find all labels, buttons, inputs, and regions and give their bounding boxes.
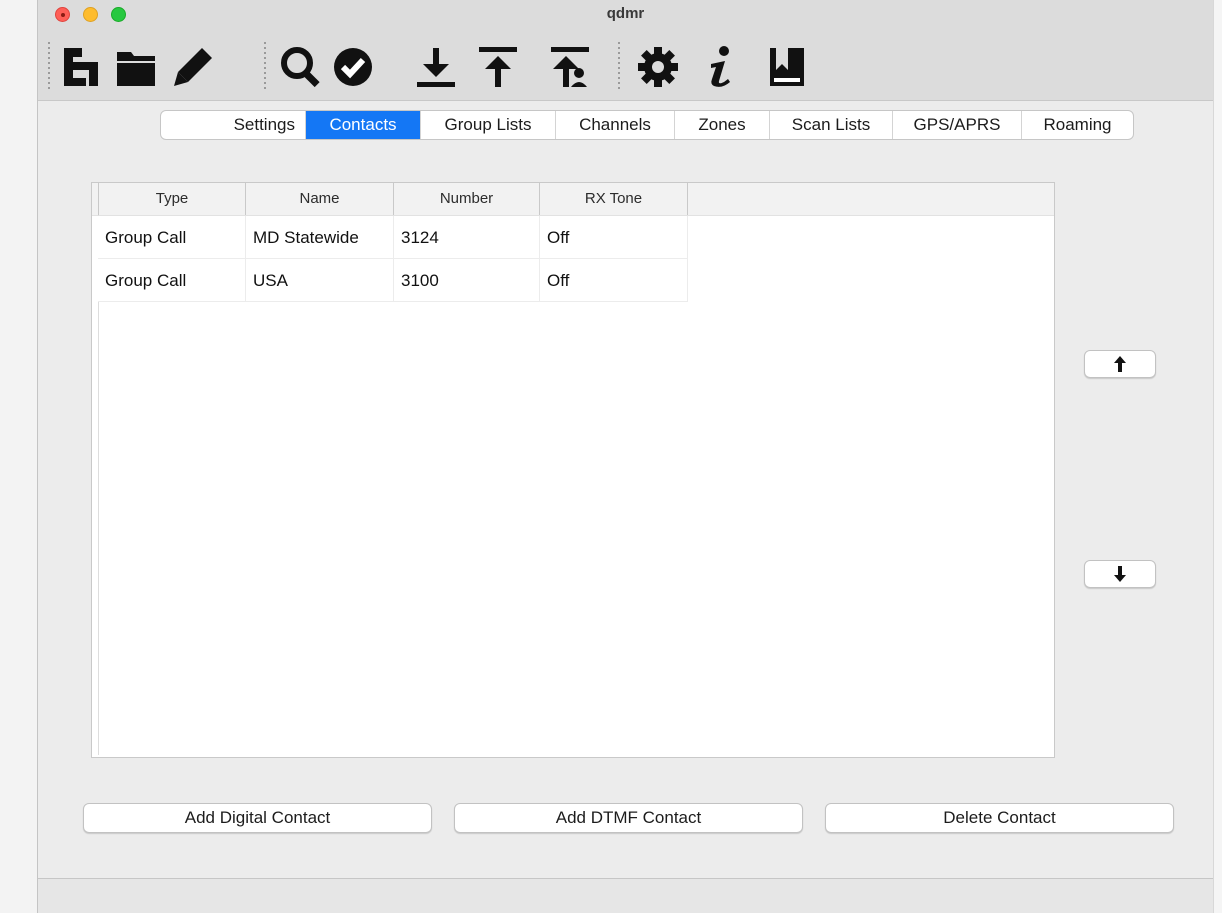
edit-pencil-icon[interactable] [170, 44, 216, 90]
cell-name[interactable]: USA [246, 259, 394, 302]
verify-check-icon[interactable] [330, 44, 376, 90]
cell-type[interactable]: Group Call [98, 216, 246, 259]
cell-type[interactable]: Group Call [98, 259, 246, 302]
window-title: qdmr [606, 5, 645, 22]
background-window-edge [1213, 0, 1222, 913]
settings-gear-icon[interactable] [635, 44, 681, 90]
cell-number[interactable]: 3100 [394, 259, 540, 302]
cell-number[interactable]: 3124 [394, 216, 540, 259]
tab-settings[interactable]: Settings [161, 111, 306, 139]
title-toolbar-area: qdmr [38, 0, 1213, 101]
column-header-number[interactable]: Number [394, 183, 540, 215]
status-bar [38, 878, 1213, 913]
info-icon[interactable] [698, 44, 744, 90]
main-toolbar [38, 30, 1213, 98]
tab-contacts[interactable]: Contacts [306, 111, 421, 139]
upload-callsign-db-icon[interactable] [547, 44, 593, 90]
arrow-up-icon [1114, 356, 1126, 372]
column-header-type[interactable]: Type [98, 183, 246, 215]
tab-zones[interactable]: Zones [675, 111, 770, 139]
add-dtmf-contact-button[interactable]: Add DTMF Contact [454, 803, 803, 833]
upload-icon[interactable] [475, 44, 521, 90]
toolbar-grip[interactable] [48, 42, 50, 90]
desktop-background [0, 0, 38, 913]
download-icon[interactable] [413, 44, 459, 90]
tab-scan-lists[interactable]: Scan Lists [770, 111, 893, 139]
tab-bar: Settings Contacts Group Lists Channels Z… [160, 110, 1134, 140]
toolbar-separator [618, 42, 620, 90]
user-manual-book-icon[interactable] [764, 44, 810, 90]
column-header-name[interactable]: Name [246, 183, 394, 215]
table-header: Type Name Number RX Tone [92, 183, 1054, 216]
qdmr-window: qdmr Settings Contacts Group Lists Chann… [38, 0, 1213, 913]
add-digital-contact-button[interactable]: Add Digital Contact [83, 803, 432, 833]
tab-group-lists[interactable]: Group Lists [421, 111, 556, 139]
contacts-table[interactable]: Type Name Number RX Tone Group Call MD S… [91, 182, 1055, 758]
search-radio-icon[interactable] [278, 44, 324, 90]
move-contact-up-button[interactable] [1084, 350, 1156, 378]
tab-gps-aprs[interactable]: GPS/APRS [893, 111, 1022, 139]
cell-rx-tone[interactable]: Off [540, 216, 688, 259]
tab-label: Settings [233, 115, 295, 134]
tab-channels[interactable]: Channels [556, 111, 675, 139]
move-contact-down-button[interactable] [1084, 560, 1156, 588]
new-config-icon[interactable] [58, 44, 104, 90]
tab-roaming[interactable]: Roaming [1022, 111, 1133, 139]
cell-rx-tone[interactable]: Off [540, 259, 688, 302]
cell-name[interactable]: MD Statewide [246, 216, 394, 259]
arrow-down-icon [1114, 566, 1126, 582]
toolbar-separator [264, 42, 266, 90]
delete-contact-button[interactable]: Delete Contact [825, 803, 1174, 833]
open-folder-icon[interactable] [113, 44, 159, 90]
column-header-rx-tone[interactable]: RX Tone [540, 183, 688, 215]
